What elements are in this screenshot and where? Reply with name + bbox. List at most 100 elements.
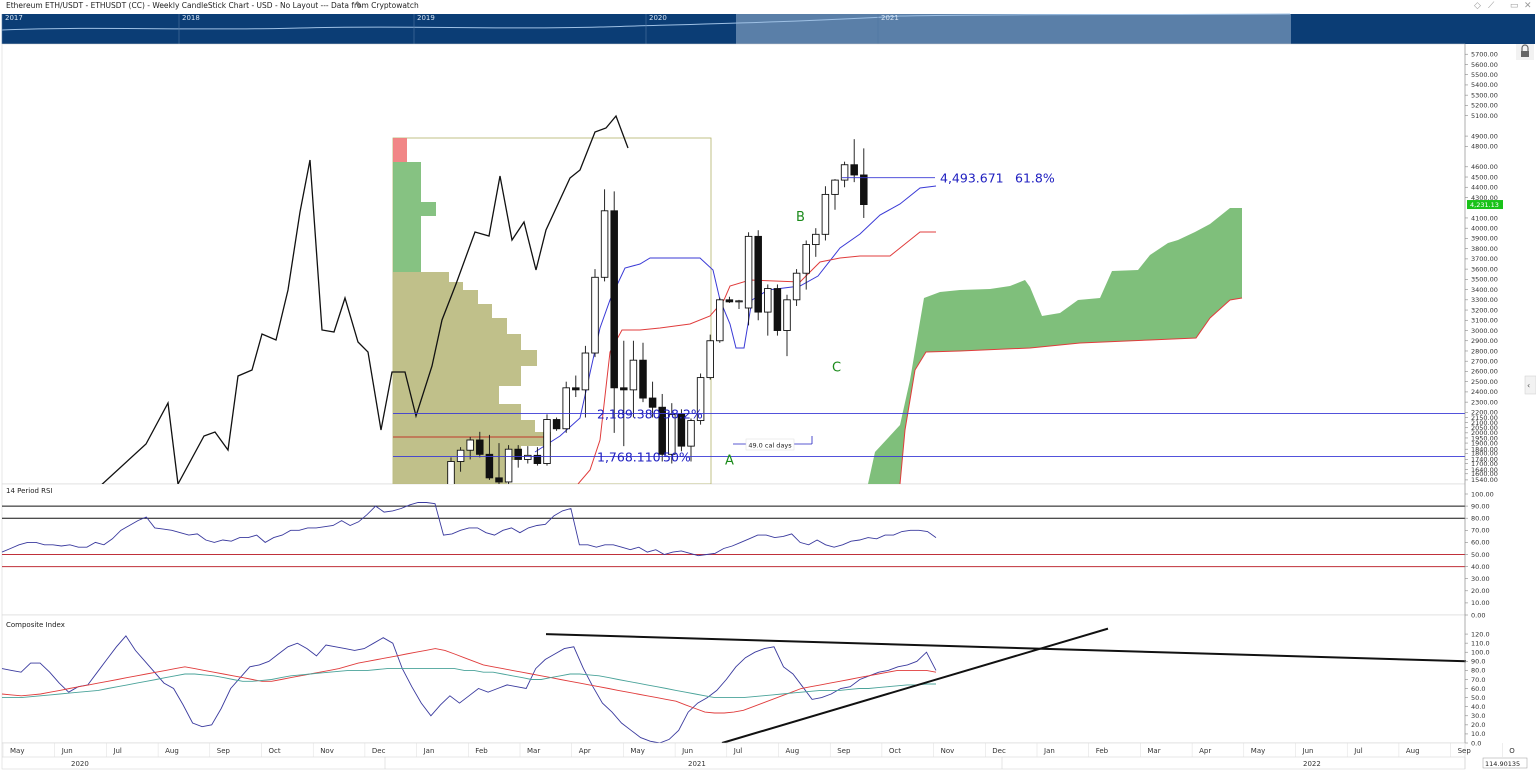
time-measure-label: 49.0 cal days [748,442,792,450]
candle-body [744,235,753,309]
price-tick-label: 5100.00 [1471,112,1498,120]
rsi-tick-label: 60.00 [1471,539,1490,547]
candle-body [860,174,868,205]
navigator-year-label: 2017 [5,14,23,22]
price-tick-label: 2600.00 [1471,368,1498,376]
price-pane[interactable] [1,43,1466,485]
rsi-tick-label: 20.00 [1471,587,1490,595]
candle-body [792,272,801,301]
rsi-tick-label: 80.00 [1471,515,1490,523]
price-tick-label: 3600.00 [1471,265,1498,273]
rsi-tick-label: 30.00 [1471,575,1490,583]
time-navigator[interactable]: 2017 2018 2019 2020 2021 [1,13,1535,44]
month-label: Aug [165,747,179,755]
navigator-year-label: 2021 [881,14,899,22]
month-label: Sep [1458,747,1472,755]
month-label: Feb [1096,747,1109,755]
candle-body [524,454,532,460]
composite-tick-label: 90.0 [1471,658,1485,666]
fibonacci-price-label: 4,493.671 [940,171,1004,186]
rsi-tick-label: 50.00 [1471,551,1490,559]
price-tick-label: 2500.00 [1471,378,1498,386]
month-label: May [630,747,644,755]
composite-tick-label: 110.0 [1471,639,1490,647]
candle-body [591,276,599,354]
month-label: Jul [733,747,743,755]
candle-body [812,233,820,246]
month-label: Jul [112,747,122,755]
candle [773,284,782,336]
month-label: May [10,747,24,755]
month-label: Sep [217,747,231,755]
candle-body [764,288,772,313]
volume-profile-bar [393,366,521,386]
candle [706,334,714,380]
navigator-year-label: 2019 [417,14,435,22]
rsi-tick-label: 70.00 [1471,527,1490,535]
candle [591,269,599,358]
navigator-year-label: 2020 [649,14,667,22]
candle-body [476,439,484,455]
composite-tick-label: 40.0 [1471,703,1485,711]
collapse-panel-icon[interactable]: ‹ [1524,375,1536,395]
price-tick-label: 3800.00 [1471,245,1498,253]
price-tick-label: 2400.00 [1471,388,1498,396]
volume-profile-bar [393,290,478,304]
candle-body [773,288,782,331]
month-label: Oct [889,747,901,755]
candle [562,381,570,433]
candle-body [514,448,522,460]
price-tick-label: 5600.00 [1471,61,1498,69]
price-tick-label: 4600.00 [1471,163,1498,171]
price-tick-label: 5400.00 [1471,81,1498,89]
candle [821,186,830,241]
fibonacci-percent-label: 50% [663,450,691,465]
rsi-pane[interactable] [1,483,1466,616]
month-label: Sep [837,747,851,755]
price-tick-label: 4900.00 [1471,132,1498,140]
month-label: Apr [579,747,591,755]
candle-body [466,439,474,451]
candle-body [725,299,734,303]
price-tick-label: 5200.00 [1471,102,1498,110]
candle-body [716,299,724,342]
rsi-tick-label: 10.00 [1471,599,1490,607]
wave-label-c: C [832,360,841,375]
price-tick-label: 3700.00 [1471,255,1498,263]
candle [552,417,561,431]
lock-icon[interactable] [1516,44,1534,60]
month-label: Mar [1147,747,1160,755]
year-label: 2020 [71,760,89,768]
composite-title: Composite Index [6,621,65,629]
price-tick-label: 3000.00 [1471,327,1498,335]
candle-body [802,244,810,274]
price-tick-label: 2800.00 [1471,347,1498,355]
candle-body [456,449,465,462]
price-tick-label: 4100.00 [1471,214,1498,222]
candle-body [754,235,762,313]
price-tick-label: 2900.00 [1471,337,1498,345]
year-label: 2022 [1303,760,1321,768]
candle [716,297,724,343]
candle-body [610,210,618,389]
month-label: Apr [1199,747,1211,755]
month-label: Jun [1302,747,1314,755]
fibonacci-percent-label: 38.2% [663,406,703,421]
rsi-title: 14 Period RSI [6,487,53,495]
month-label: Jun [681,747,693,755]
price-tick-label: 4400.00 [1471,184,1498,192]
volume-profile-bar [393,334,521,350]
candle-body [504,448,513,483]
composite-tick-label: 70.0 [1471,676,1485,684]
navigator-year-label: 2018 [182,14,200,22]
volume-profile-bar [393,282,463,290]
composite-pane[interactable] [1,614,1466,744]
candle [504,445,513,484]
composite-tick-label: 120.0 [1471,630,1490,638]
navigator-selection[interactable] [736,14,1291,44]
composite-tick-label: 30.0 [1471,712,1485,720]
volume-profile-bar [393,304,492,318]
month-label: Aug [786,747,800,755]
price-tick-label: 3300.00 [1471,296,1498,304]
price-tick-label: 2300.00 [1471,398,1498,406]
